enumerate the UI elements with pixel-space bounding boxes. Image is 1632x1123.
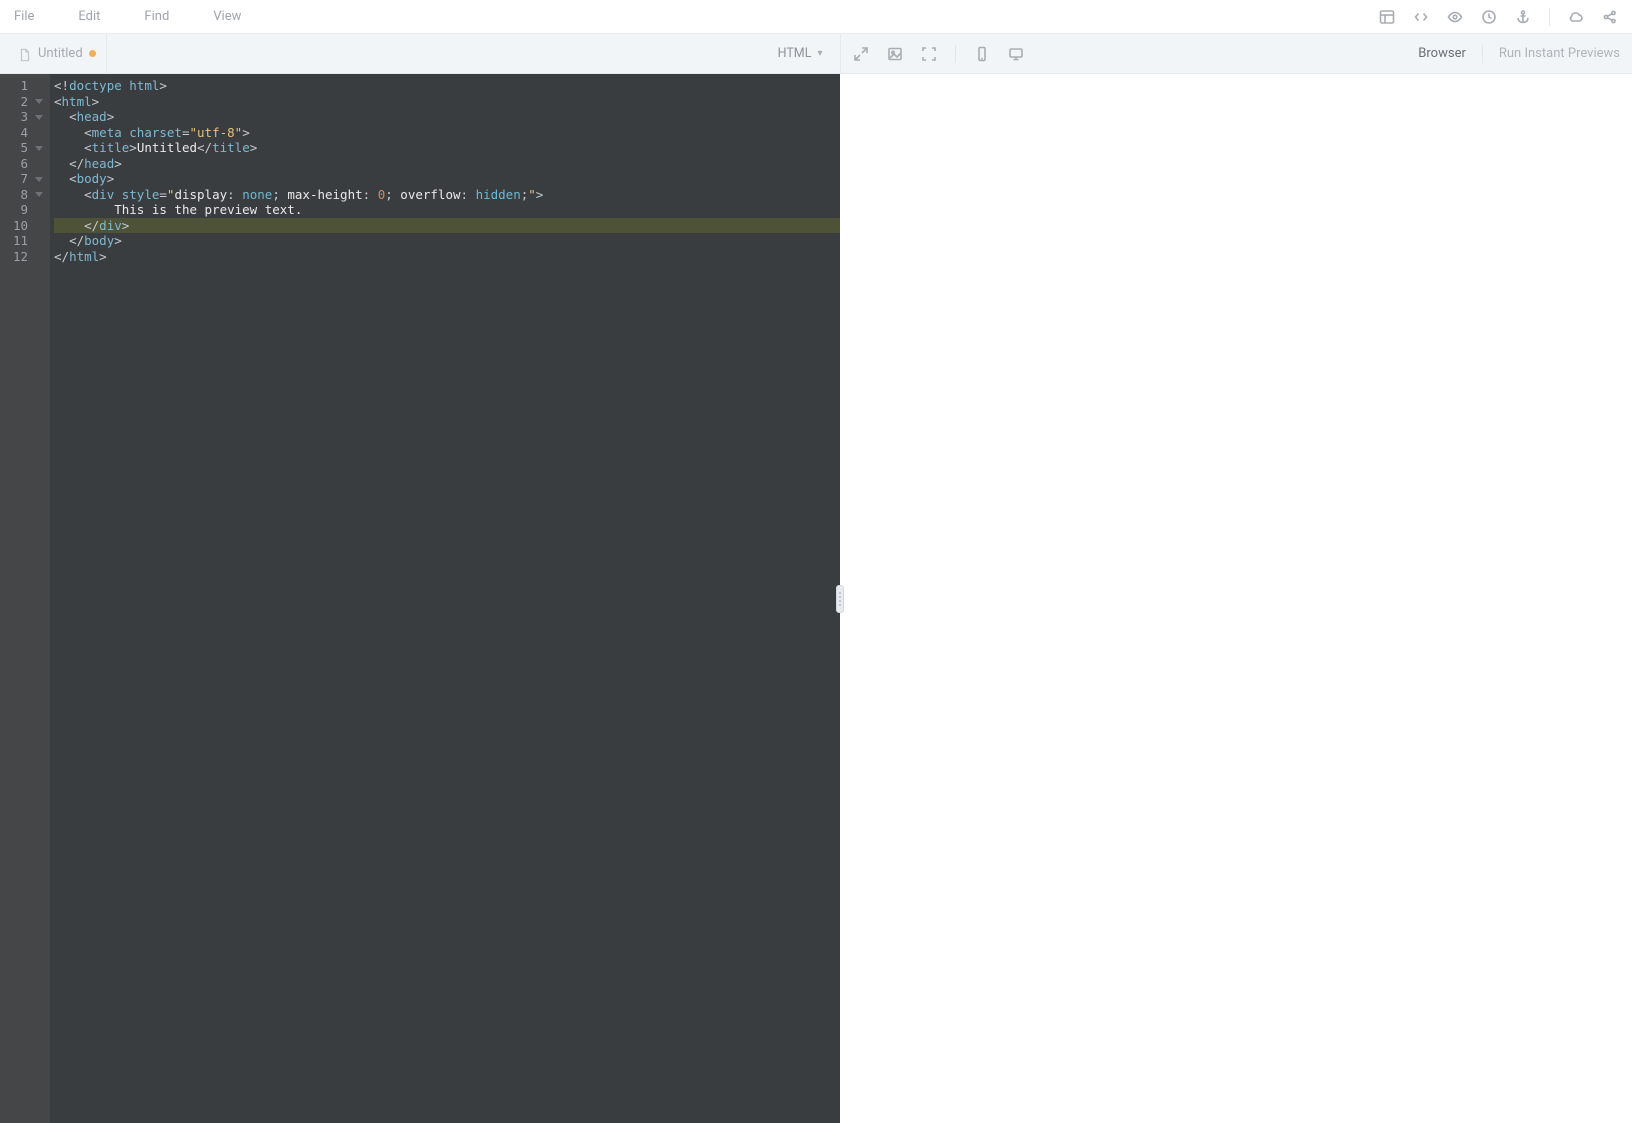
gutter-line: 2 bbox=[0, 94, 50, 110]
modified-dot-icon bbox=[89, 50, 96, 57]
fold-toggle-icon bbox=[34, 236, 44, 246]
code-line: <!doctype html> bbox=[54, 78, 840, 94]
code-line: <html> bbox=[54, 94, 840, 110]
layout-icon[interactable] bbox=[1379, 9, 1395, 25]
run-instant-previews-button[interactable]: Run Instant Previews bbox=[1499, 46, 1620, 61]
anchor-icon[interactable] bbox=[1515, 9, 1531, 25]
code-line: <div style="display: none; max-height: 0… bbox=[54, 187, 840, 203]
fold-toggle-icon bbox=[34, 251, 44, 261]
fold-toggle-icon bbox=[34, 220, 44, 230]
gutter-line: 5 bbox=[0, 140, 50, 156]
mobile-icon[interactable] bbox=[974, 46, 990, 62]
gutter-line: 7 bbox=[0, 171, 50, 187]
gutter-line: 1 bbox=[0, 78, 50, 94]
menu-file[interactable]: File bbox=[14, 9, 34, 24]
toolbar-separator bbox=[1549, 8, 1550, 26]
gutter-line: 11 bbox=[0, 233, 50, 249]
fold-toggle-icon[interactable] bbox=[34, 189, 44, 199]
gutter-line: 12 bbox=[0, 249, 50, 265]
fold-toggle-icon[interactable] bbox=[34, 143, 44, 153]
editor-pane: 123456789101112 <!doctype html><html> <h… bbox=[0, 74, 840, 1123]
chevron-down-icon: ▾ bbox=[817, 48, 822, 59]
expand-icon[interactable] bbox=[853, 46, 869, 62]
share-icon[interactable] bbox=[1602, 9, 1618, 25]
gutter-line: 6 bbox=[0, 156, 50, 172]
gutter-line: 9 bbox=[0, 202, 50, 218]
menu-find[interactable]: Find bbox=[144, 9, 169, 24]
code-line: This is the preview text. bbox=[54, 202, 840, 218]
splitter-handle[interactable] bbox=[836, 585, 844, 613]
file-tab[interactable]: Untitled bbox=[12, 34, 107, 73]
gutter-line: 4 bbox=[0, 125, 50, 141]
browser-button[interactable]: Browser bbox=[1418, 46, 1466, 61]
subbar: Untitled HTML ▾ bbox=[0, 34, 1632, 74]
preview-separator bbox=[955, 45, 956, 63]
gutter-line: 10 bbox=[0, 218, 50, 234]
gutter-line: 3 bbox=[0, 109, 50, 125]
desktop-icon[interactable] bbox=[1008, 46, 1024, 62]
code-line: <body> bbox=[54, 171, 840, 187]
fold-toggle-icon bbox=[34, 158, 44, 168]
line-gutter: 123456789101112 bbox=[0, 74, 50, 1123]
cloud-icon[interactable] bbox=[1568, 9, 1584, 25]
code-icon[interactable] bbox=[1413, 9, 1429, 25]
fold-toggle-icon[interactable] bbox=[34, 174, 44, 184]
preview-separator-2 bbox=[1482, 45, 1483, 63]
tab-title: Untitled bbox=[38, 46, 83, 61]
image-icon[interactable] bbox=[887, 46, 903, 62]
menu-edit[interactable]: Edit bbox=[78, 9, 100, 24]
eye-icon[interactable] bbox=[1447, 9, 1463, 25]
fold-toggle-icon bbox=[34, 205, 44, 215]
preview-pane bbox=[840, 74, 1632, 1123]
menubar: File Edit Find View bbox=[0, 0, 1632, 34]
fold-toggle-icon bbox=[34, 127, 44, 137]
code-line: </body> bbox=[54, 233, 840, 249]
gutter-line: 8 bbox=[0, 187, 50, 203]
fold-toggle-icon[interactable] bbox=[34, 112, 44, 122]
menu-view[interactable]: View bbox=[213, 9, 241, 24]
code-line: <head> bbox=[54, 109, 840, 125]
main-split: 123456789101112 <!doctype html><html> <h… bbox=[0, 74, 1632, 1123]
code-line: <meta charset="utf-8"> bbox=[54, 125, 840, 141]
fold-toggle-icon[interactable] bbox=[34, 96, 44, 106]
code-editor[interactable]: <!doctype html><html> <head> <meta chars… bbox=[50, 74, 840, 1123]
clock-icon[interactable] bbox=[1481, 9, 1497, 25]
code-line: </html> bbox=[54, 249, 840, 265]
code-line: </div> bbox=[54, 218, 840, 234]
file-icon bbox=[18, 47, 32, 61]
code-line: <title>Untitled</title> bbox=[54, 140, 840, 156]
fold-toggle-icon bbox=[34, 81, 44, 91]
language-label: HTML bbox=[778, 46, 812, 61]
code-line: </head> bbox=[54, 156, 840, 172]
focus-frame-icon[interactable] bbox=[921, 46, 937, 62]
language-selector[interactable]: HTML ▾ bbox=[778, 46, 829, 61]
